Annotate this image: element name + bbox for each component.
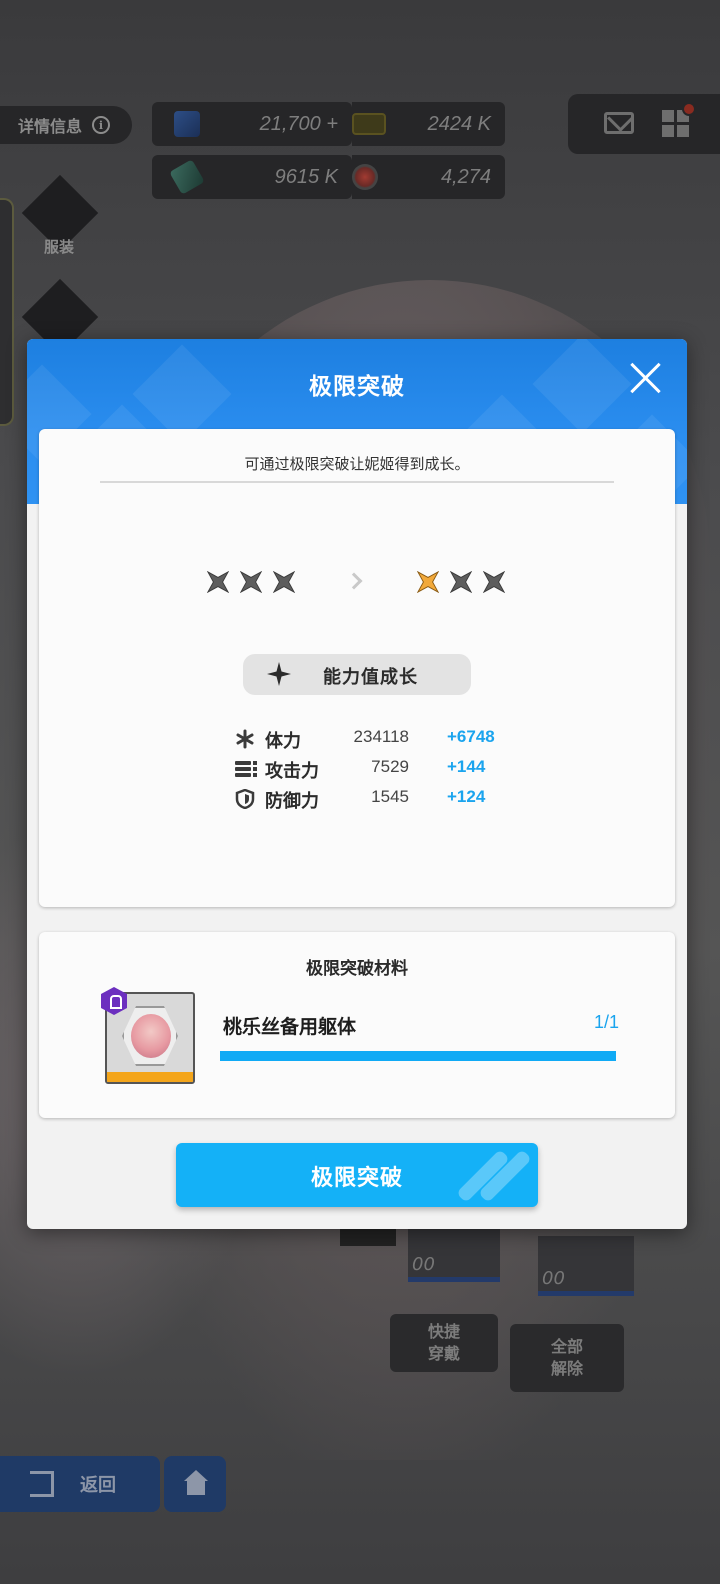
stat-row-defense: 防御力 1545 +124 — [39, 785, 675, 813]
top-right-menu — [568, 94, 720, 154]
material-panel: 极限突破材料 桃乐丝备用躯体 1/1 — [39, 932, 675, 1118]
stat-name: 攻击力 — [265, 761, 319, 782]
stat-growth-header: 能力值成长 — [243, 654, 471, 695]
notification-dot — [682, 102, 696, 116]
stat-row-attack: 攻击力 7529 +144 — [39, 755, 675, 783]
growth-label: 能力值成长 — [323, 667, 418, 688]
stat-value: 1545 — [371, 787, 409, 806]
crystal-icon — [174, 111, 200, 137]
material-count: 1/1 — [593, 1012, 619, 1032]
stat-value: 7529 — [371, 757, 409, 776]
growth-panel: 可通过极限突破让妮姬得到成长。 能力值成长 体力 234118 +6748 攻击… — [39, 429, 675, 907]
divider — [100, 481, 614, 483]
home-button[interactable] — [164, 1456, 226, 1512]
dialog-title: 极限突破 — [309, 374, 405, 400]
star-empty-icon — [207, 571, 229, 593]
stat-bonus: +144 — [447, 757, 486, 776]
stat-name: 体力 — [265, 731, 301, 752]
character-portrait — [131, 1014, 171, 1058]
back-label: 返回 — [80, 1475, 116, 1496]
side-panel-edge — [0, 198, 14, 426]
outfit-label: 服装 — [44, 238, 75, 256]
stat-value: 234118 — [353, 727, 409, 746]
orb-resource: 4,274 — [352, 155, 505, 199]
crystal-value: 21,700 + — [259, 112, 338, 135]
card-value: 2424 K — [427, 112, 491, 135]
back-button[interactable]: 返回 — [0, 1456, 160, 1512]
material-icon — [169, 159, 205, 195]
exit-icon — [30, 1471, 54, 1497]
limit-break-dialog: 极限突破 可通过极限突破让妮姬得到成长。 能力值成长 体力 234118 +67… — [27, 339, 687, 1229]
close-icon[interactable] — [629, 361, 663, 395]
details-info-button[interactable]: 详情信息 i — [0, 106, 132, 144]
unequip-all-button[interactable]: 全部 解除 — [510, 1324, 624, 1392]
stat-row-hp: 体力 234118 +6748 — [39, 725, 675, 753]
quick-equip-button[interactable]: 快捷 穿戴 — [390, 1314, 498, 1372]
asterisk-icon — [236, 729, 254, 749]
chevron-right-icon — [345, 572, 363, 590]
stat-bonus: +124 — [447, 787, 486, 806]
material-resource: 9615 K — [152, 155, 352, 199]
mail-icon[interactable] — [604, 112, 634, 134]
material-title: 极限突破材料 — [306, 959, 408, 979]
star-empty-icon — [450, 571, 472, 593]
stat-name: 防御力 — [265, 791, 319, 812]
shield-icon — [235, 789, 255, 809]
bullets-icon — [235, 761, 257, 777]
star-filled-icon — [417, 571, 439, 593]
sparkle-icon — [267, 662, 291, 686]
crystal-resource: 21,700 + — [152, 102, 352, 146]
dialog-subtitle: 可通过极限突破让妮姬得到成长。 — [244, 455, 470, 473]
equipment-card[interactable]: 00 — [538, 1236, 634, 1296]
material-progress-bar — [220, 1051, 616, 1061]
material-progress-fill — [220, 1051, 616, 1061]
star-empty-icon — [483, 571, 505, 593]
material-name: 桃乐丝备用躯体 — [223, 1016, 357, 1038]
material-value: 9615 K — [274, 165, 338, 188]
info-icon: i — [92, 116, 111, 134]
star-empty-icon — [240, 571, 262, 593]
details-info-label: 详情信息 — [18, 117, 83, 136]
stat-bonus: +6748 — [447, 727, 495, 746]
limit-break-button[interactable]: 极限突破 — [176, 1143, 538, 1207]
orb-icon — [352, 164, 378, 190]
orb-value: 4,274 — [440, 165, 491, 188]
star-empty-icon — [273, 571, 295, 593]
equipment-slot — [340, 1226, 396, 1246]
card-resource: 2424 K — [352, 102, 505, 146]
equipment-card[interactable]: 00 — [408, 1226, 500, 1282]
card-icon — [352, 113, 386, 135]
